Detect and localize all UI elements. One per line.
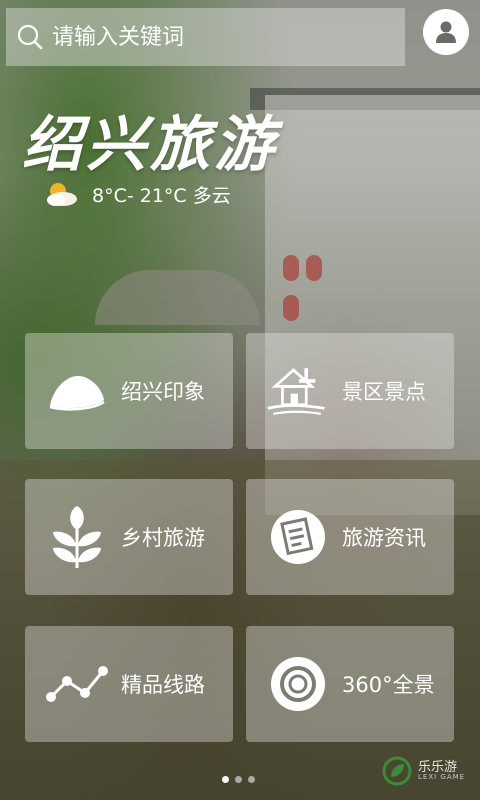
page-indicator — [222, 776, 255, 783]
route-icon — [45, 652, 109, 716]
tile-label: 景区景点 — [342, 380, 426, 404]
tile-label: 精品线路 — [121, 673, 205, 697]
lantern — [283, 295, 299, 321]
tile-label: 360°全景 — [342, 673, 435, 697]
search-input[interactable] — [50, 23, 405, 51]
page-dot[interactable] — [235, 776, 242, 783]
home-screen: 绍兴旅游 8°C- 21°C 多云 绍兴印象 景区景点 乡村旅游 旅游资讯 — [0, 0, 480, 800]
tile-travel-news[interactable]: 旅游资讯 — [246, 479, 454, 595]
news-icon — [266, 505, 330, 569]
lantern — [283, 255, 299, 281]
house-icon — [266, 359, 330, 423]
tile-shaoxing-impression[interactable]: 绍兴印象 — [25, 333, 233, 449]
stone-icon — [45, 359, 109, 423]
weather-widget: 8°C- 21°C 多云 — [44, 180, 231, 208]
page-dot[interactable] — [222, 776, 229, 783]
lantern — [306, 255, 322, 281]
tile-rural-tourism[interactable]: 乡村旅游 — [25, 479, 233, 595]
tile-label: 乡村旅游 — [121, 526, 205, 550]
weather-text: 8°C- 21°C 多云 — [92, 184, 231, 207]
tile-label: 绍兴印象 — [121, 380, 205, 404]
leaf-icon — [45, 505, 109, 569]
search-icon — [16, 23, 44, 51]
tile-scenic-spots[interactable]: 景区景点 — [246, 333, 454, 449]
user-icon — [436, 21, 456, 43]
page-dot[interactable] — [248, 776, 255, 783]
app-title: 绍兴旅游 — [22, 110, 278, 180]
tile-label: 旅游资讯 — [342, 526, 426, 550]
panorama-icon — [266, 652, 330, 716]
background-bridge — [95, 270, 260, 325]
tile-featured-routes[interactable]: 精品线路 — [25, 626, 233, 742]
watermark: 乐乐游 LEXI GAME — [382, 756, 465, 786]
user-profile-button[interactable] — [423, 9, 469, 55]
watermark-sub: LEXI GAME — [418, 773, 466, 782]
partly-cloudy-sun-icon — [47, 183, 77, 206]
search-bar[interactable] — [6, 8, 405, 66]
watermark-name: 乐乐游 — [418, 759, 458, 775]
watermark-logo-icon — [382, 756, 412, 786]
tile-panorama[interactable]: 360°全景 — [246, 626, 454, 742]
